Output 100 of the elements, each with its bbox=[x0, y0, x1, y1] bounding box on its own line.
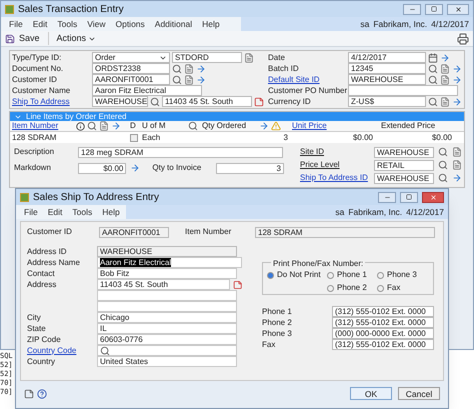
menu-item[interactable]: File bbox=[9, 18, 23, 30]
radio-icon[interactable] bbox=[377, 272, 384, 278]
line-item-row[interactable]: 128 SDRAM Each 3 $0.00 $0.00 bbox=[10, 132, 464, 143]
menu-item[interactable]: Options bbox=[115, 18, 145, 30]
menu-item[interactable]: Additional bbox=[154, 18, 192, 30]
input-field[interactable]: 12345 bbox=[348, 63, 426, 74]
input-field[interactable] bbox=[348, 85, 458, 96]
field-label[interactable]: Ship To Address bbox=[12, 96, 90, 108]
actions-button[interactable]: Actions bbox=[48, 32, 96, 46]
input-field[interactable]: 60603-0776 bbox=[97, 334, 237, 345]
input-field[interactable]: AARONFIT0001 bbox=[92, 74, 170, 85]
menu-item[interactable]: Help bbox=[202, 18, 220, 30]
menu-item[interactable]: Tools bbox=[57, 18, 78, 30]
input-field[interactable] bbox=[97, 301, 237, 312]
radio-icon[interactable] bbox=[267, 272, 274, 278]
arrow-icon[interactable] bbox=[259, 121, 269, 131]
note-icon[interactable] bbox=[440, 96, 450, 106]
lookup-icon[interactable] bbox=[438, 173, 448, 183]
printer-icon[interactable] bbox=[457, 32, 469, 44]
lookup-icon[interactable] bbox=[438, 160, 448, 170]
help-icon[interactable] bbox=[37, 388, 47, 398]
maximize-button[interactable] bbox=[425, 4, 443, 14]
lookup-icon[interactable] bbox=[100, 346, 110, 356]
menu-item[interactable]: File bbox=[24, 206, 38, 218]
type-dropdown[interactable]: Order bbox=[92, 52, 170, 63]
address-icon[interactable] bbox=[254, 96, 264, 106]
lookup-icon[interactable] bbox=[150, 96, 160, 106]
input-field[interactable]: $0.00 bbox=[78, 162, 126, 174]
input-field[interactable]: 3 bbox=[216, 162, 284, 174]
radio-option[interactable]: Phone 1 bbox=[327, 269, 377, 281]
radio-icon[interactable] bbox=[327, 272, 334, 278]
lookup-icon[interactable] bbox=[428, 96, 438, 106]
field-label[interactable]: Country Code bbox=[27, 344, 97, 356]
input-field[interactable]: 11403 45 St. South bbox=[162, 96, 252, 107]
input-field[interactable]: WAREHOUSE bbox=[348, 74, 426, 85]
menu-item[interactable]: Help bbox=[102, 206, 120, 218]
radio-option[interactable]: Phone 2 bbox=[327, 282, 377, 294]
field-label[interactable]: Unit Price bbox=[292, 121, 327, 130]
input-field[interactable]: Aaron Fitz Electrical bbox=[97, 257, 242, 268]
radio-option[interactable]: Fax bbox=[377, 282, 427, 294]
menu-item[interactable]: Edit bbox=[32, 18, 48, 30]
input-field[interactable]: (312) 555-0102 Ext. 0000 bbox=[332, 317, 434, 328]
note-icon[interactable] bbox=[244, 52, 254, 62]
input-field[interactable]: WAREHOUSE bbox=[92, 96, 148, 107]
input-field[interactable]: Z-US$ bbox=[348, 96, 426, 107]
lookup-icon[interactable] bbox=[438, 147, 448, 157]
input-field[interactable]: United States bbox=[97, 356, 237, 367]
input-field[interactable]: ORDST2338 bbox=[92, 63, 170, 74]
input-field[interactable]: STDORD bbox=[172, 52, 242, 63]
radio-icon[interactable] bbox=[327, 284, 334, 292]
note-icon[interactable] bbox=[440, 64, 450, 74]
input-field[interactable] bbox=[97, 290, 237, 301]
input-field[interactable]: Bob Fitz bbox=[97, 268, 237, 279]
input-field[interactable]: Aaron Fitz Electrical bbox=[92, 85, 202, 96]
note-icon[interactable] bbox=[24, 388, 34, 398]
lookup-icon[interactable] bbox=[172, 64, 182, 74]
menu-item[interactable]: View bbox=[87, 18, 106, 30]
save-button[interactable]: Save bbox=[5, 32, 40, 46]
arrow-icon[interactable] bbox=[130, 163, 140, 173]
input-field[interactable]: Chicago bbox=[97, 312, 237, 323]
calendar-icon[interactable] bbox=[428, 52, 438, 62]
note-icon[interactable] bbox=[452, 147, 462, 157]
info-icon[interactable] bbox=[76, 122, 85, 130]
arrow-icon[interactable] bbox=[111, 121, 121, 131]
arrow-icon[interactable] bbox=[452, 96, 462, 106]
cancel-button[interactable]: Cancel bbox=[398, 387, 440, 400]
lookup-icon[interactable] bbox=[87, 121, 97, 131]
input-field[interactable]: RETAIL bbox=[374, 160, 434, 170]
input-field[interactable]: (312) 555-0102 Ext. 0000 bbox=[332, 306, 434, 317]
address-icon[interactable] bbox=[232, 280, 242, 290]
input-field[interactable]: 128 meg SDRAM bbox=[78, 146, 283, 158]
input-field[interactable]: 4/12/2017 bbox=[348, 52, 426, 63]
checkbox[interactable] bbox=[130, 134, 138, 142]
field-label[interactable]: Default Site ID bbox=[268, 74, 346, 86]
ok-button[interactable]: OK bbox=[350, 387, 392, 400]
radio-option[interactable]: Do Not Print bbox=[267, 269, 327, 281]
arrow-icon[interactable] bbox=[452, 74, 462, 84]
menu-item[interactable]: Edit bbox=[48, 206, 62, 218]
lookup-icon[interactable] bbox=[428, 64, 438, 74]
input-field[interactable]: 11403 45 St. South bbox=[97, 279, 230, 290]
input-field[interactable]: WAREHOUSE bbox=[374, 172, 434, 184]
arrow-icon[interactable] bbox=[196, 64, 206, 74]
input-field[interactable] bbox=[97, 345, 237, 356]
radio-option[interactable]: Phone 3 bbox=[377, 269, 427, 281]
note-icon[interactable] bbox=[184, 64, 194, 74]
arrow-icon[interactable] bbox=[452, 64, 462, 74]
menu-item[interactable]: Tools bbox=[72, 206, 92, 218]
note-icon[interactable] bbox=[99, 121, 109, 131]
field-label[interactable]: Ship To Address ID bbox=[300, 172, 370, 184]
note-icon[interactable] bbox=[440, 74, 450, 84]
field-label[interactable]: Item Number bbox=[12, 120, 74, 132]
lookup-icon[interactable] bbox=[188, 121, 198, 131]
maximize-button[interactable] bbox=[400, 192, 418, 202]
close-button[interactable] bbox=[422, 192, 444, 202]
input-field[interactable]: (312) 555-0102 Ext. 0000 bbox=[332, 339, 434, 350]
arrow-icon[interactable] bbox=[452, 173, 462, 183]
note-icon[interactable] bbox=[452, 160, 462, 170]
input-field[interactable]: WAREHOUSE bbox=[374, 146, 434, 158]
arrow-icon[interactable] bbox=[440, 52, 450, 62]
arrow-icon[interactable] bbox=[196, 74, 206, 84]
